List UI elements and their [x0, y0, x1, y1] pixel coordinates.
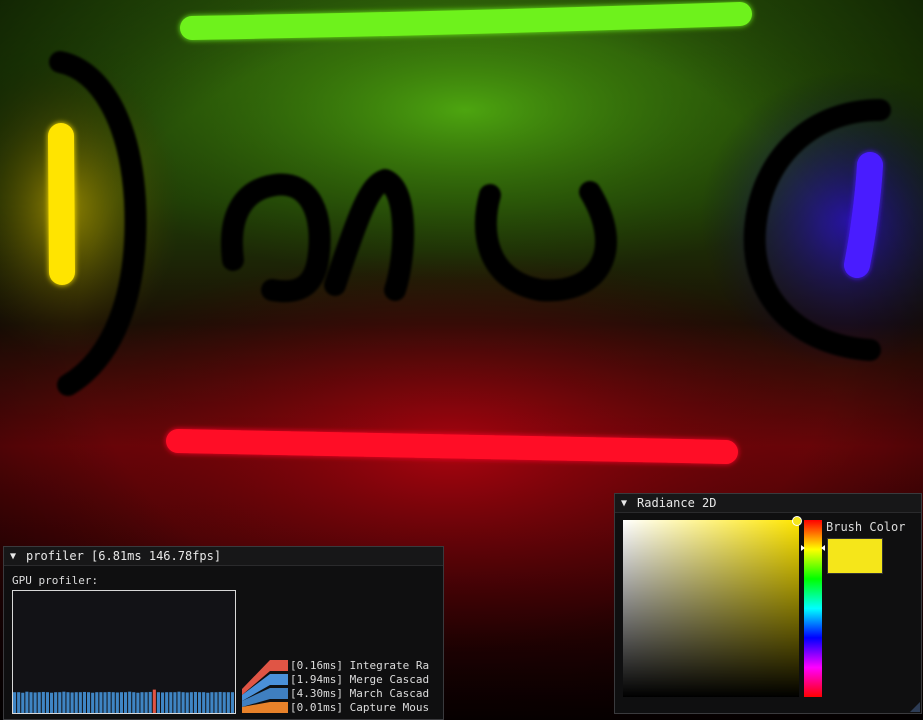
resize-grip-icon[interactable]: [910, 702, 920, 712]
radiance-2d-window[interactable]: ▼ Radiance 2D Brush Color: [614, 493, 922, 714]
gpu-profiler-graph[interactable]: [12, 590, 236, 714]
sv-picker-handle-icon[interactable]: [792, 516, 802, 526]
gpu-frame-bar: [99, 692, 103, 713]
radiance-title: Radiance 2D: [637, 496, 717, 510]
gpu-frame-bar: [202, 692, 206, 713]
gpu-frame-bar: [17, 692, 21, 713]
legend-item: [0.16ms] Integrate Ra: [290, 659, 430, 672]
gpu-frame-bars: [13, 689, 234, 713]
gpu-frame-bar: [62, 691, 66, 713]
gpu-frame-bar: [82, 691, 86, 713]
gpu-frame-bar: [111, 692, 115, 713]
gpu-frame-bar: [78, 692, 82, 713]
gpu-frame-bar: [222, 692, 226, 713]
gpu-frame-bar: [198, 692, 202, 713]
legend-item: [1.94ms] Merge Cascad: [290, 673, 430, 686]
blue-light-stroke: [844, 152, 883, 278]
saturation-value-picker[interactable]: [623, 520, 799, 697]
radiance-titlebar[interactable]: ▼ Radiance 2D: [615, 494, 921, 513]
gpu-frame-bar: [54, 692, 58, 713]
legend-item: [4.30ms] March Cascad: [290, 687, 430, 700]
gpu-frame-bar: [193, 691, 197, 713]
gpu-frame-bar: [74, 692, 78, 713]
gpu-frame-bar: [165, 692, 169, 713]
gpu-frame-bar: [128, 691, 132, 713]
gpu-frame-bar: [161, 692, 165, 713]
collapse-triangle-icon[interactable]: ▼: [10, 551, 16, 562]
yellow-light-stroke: [48, 123, 75, 285]
profiler-legend: [0.16ms] Integrate Ra [1.94ms] Merge Casc…: [240, 659, 445, 715]
hue-marker-right-icon: [821, 545, 825, 551]
gpu-frame-bar: [144, 692, 148, 713]
gpu-frame-bar: [58, 692, 62, 713]
gpu-frame-bar: [13, 692, 17, 713]
gpu-frame-bar: [140, 692, 144, 713]
gpu-frame-bar: [70, 692, 74, 713]
gpu-frame-bar: [87, 692, 91, 713]
gpu-frame-bar: [226, 692, 230, 713]
brush-color-swatch[interactable]: [827, 538, 883, 574]
gpu-frame-bar: [115, 692, 119, 713]
gpu-frame-bar: [91, 692, 95, 713]
gpu-frame-bar: [177, 691, 181, 713]
gpu-frame-bar: [210, 692, 214, 713]
collapse-triangle-icon[interactable]: ▼: [621, 498, 627, 509]
gpu-frame-bar: [136, 692, 140, 713]
profiler-window[interactable]: ▼ profiler [6.81ms 146.78fps] GPU profil…: [3, 546, 444, 720]
gpu-frame-bar: [169, 692, 173, 713]
gpu-frame-bar: [21, 692, 25, 713]
red-light-stroke: [166, 429, 738, 464]
gpu-frame-bar: [33, 692, 37, 713]
gpu-frame-bar: [66, 692, 70, 713]
gpu-frame-bar: [214, 692, 218, 713]
gpu-frame-bar: [41, 691, 45, 713]
gpu-frame-bar: [45, 692, 49, 713]
brush-color-label: Brush Color: [826, 520, 906, 534]
legend-connector-graphic: [242, 660, 288, 713]
gpu-frame-bar: [185, 692, 189, 713]
gpu-frame-bar: [218, 691, 222, 713]
profiler-titlebar[interactable]: ▼ profiler [6.81ms 146.78fps]: [4, 547, 443, 566]
gpu-frame-bar: [119, 692, 123, 713]
green-light-stroke: [180, 2, 752, 40]
legend-item: [0.01ms] Capture Mous: [290, 701, 430, 714]
gpu-frame-bar: [156, 692, 160, 713]
gpu-frame-bar: [206, 692, 210, 713]
gpu-frame-bar: [230, 692, 234, 713]
gpu-profiler-label: GPU profiler:: [12, 574, 99, 587]
gpu-frame-bar: [181, 692, 185, 713]
gpu-frame-bar: [173, 692, 177, 713]
gpu-frame-bar: [25, 691, 29, 713]
gpu-frame-bar: [148, 691, 152, 713]
gpu-frame-bar: [103, 692, 107, 713]
gpu-frame-bar: [124, 692, 128, 713]
gpu-frame-bar: [37, 692, 41, 713]
profiler-title: profiler [6.81ms 146.78fps]: [26, 549, 222, 563]
gpu-frame-bar: [152, 689, 156, 713]
gpu-frame-bar: [29, 692, 33, 713]
gpu-frame-bar: [50, 692, 54, 713]
gpu-frame-bar: [95, 692, 99, 713]
gpu-frame-bar: [132, 692, 136, 713]
hue-marker-left-icon: [801, 545, 805, 551]
gpu-frame-bar: [189, 692, 193, 713]
hue-slider[interactable]: [804, 520, 822, 697]
gpu-frame-bar: [107, 691, 111, 713]
